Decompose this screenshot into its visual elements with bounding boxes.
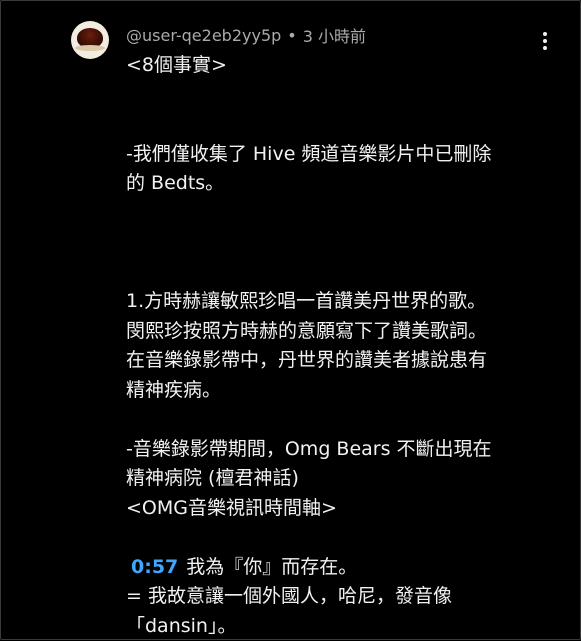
comment-line: ​ <box>126 405 546 435</box>
timestamp-text: 我為『你』而存在。 <box>186 556 357 578</box>
comment-line: ​ <box>126 258 546 288</box>
comment-header: @user-qe2eb2yy5p • 3 小時前 <box>126 23 366 47</box>
separator: • <box>287 26 296 45</box>
comment-line: <OMG音樂視訊時間軸> <box>126 494 546 524</box>
comment-text: <8個事實> ​ ​ -我們僅收集了 Hive 頻道音樂影片中已刪除 的 Bed… <box>126 51 546 641</box>
avatar[interactable] <box>71 21 109 59</box>
timestamp-line: 0:57 我為『你』而存在。 <box>126 553 546 583</box>
comment-line: ​ <box>126 110 546 140</box>
comment-line: 的 Bedts。 <box>126 169 546 199</box>
comment-line: 精神疾病。 <box>126 376 546 406</box>
timestamp-link[interactable]: 0:57 <box>131 556 178 578</box>
comment-line: -我們僅收集了 Hive 頻道音樂影片中已刪除 <box>126 140 546 170</box>
comment-line: 在音樂錄影帶中，丹世界的讚美者據說患有 <box>126 346 546 376</box>
comment-line: = 我故意讓一個外國人，哈尼，發音像 <box>126 582 546 612</box>
comment-line: 「dansin」。 <box>126 612 546 641</box>
comment-line: 1.方時赫讓敏熙珍唱一首讚美丹世界的歌。 <box>126 287 546 317</box>
comment-line: ​ <box>126 81 546 111</box>
comment-line: <8個事實> <box>126 51 546 81</box>
comment-line: ​ <box>126 228 546 258</box>
comment-line: ​ <box>126 199 546 229</box>
post-time[interactable]: 3 小時前 <box>303 23 366 47</box>
comment-card: @user-qe2eb2yy5p • 3 小時前 <8個事實> ​ ​ -我們僅… <box>0 0 581 640</box>
comment-line: ​ <box>126 523 546 553</box>
comment-line: 閔熙珍按照方時赫的意願寫下了讚美歌詞。 <box>126 317 546 347</box>
comment-line: -音樂錄影帶期間，Omg Bears 不斷出現在 <box>126 435 546 465</box>
comment-line: 精神病院 (檀君神話) <box>126 464 546 494</box>
author-handle[interactable]: @user-qe2eb2yy5p <box>126 26 281 45</box>
